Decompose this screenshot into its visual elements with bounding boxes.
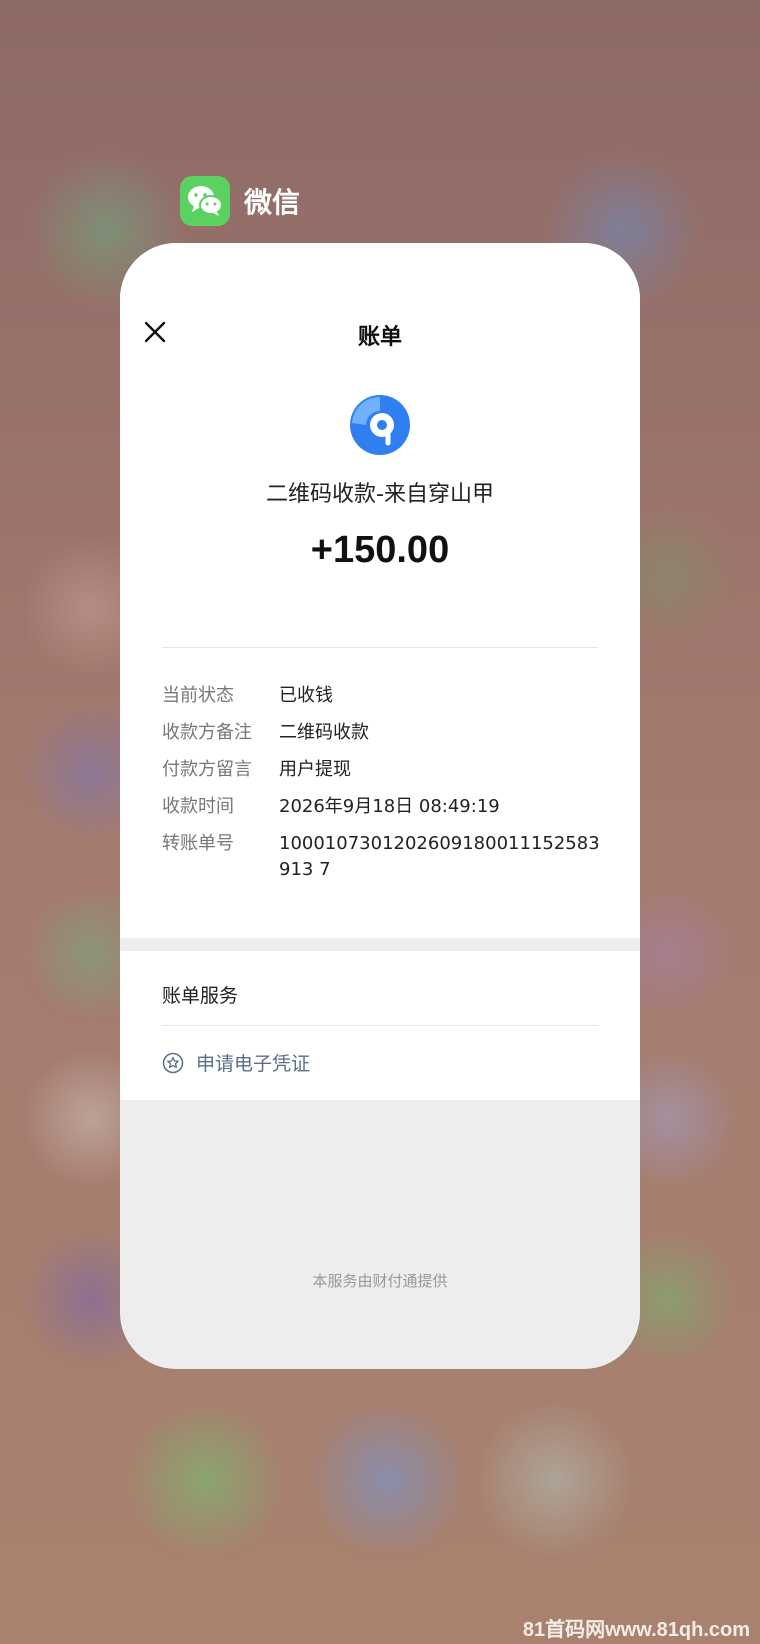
detail-row-status: 当前状态 已收钱 — [162, 683, 610, 709]
detail-value: 二维码收款 — [279, 722, 369, 743]
divider — [162, 1025, 598, 1026]
detail-label: 付款方留言 — [162, 759, 252, 780]
bill-card[interactable]: 账单 二维码收款-来自穿山甲 +150.00 当前状态 已收钱 收款方备注 二维… — [120, 243, 640, 1369]
detail-value: 用户提现 — [279, 759, 351, 780]
detail-value[interactable]: 1000107301202609180011152583913 7 — [279, 831, 610, 883]
detail-label: 收款方备注 — [162, 722, 252, 743]
detail-label: 转账单号 — [162, 833, 234, 854]
detail-row-payer-message: 付款方留言 用户提现 — [162, 757, 610, 783]
divider — [162, 647, 598, 648]
star-badge-icon — [162, 1052, 184, 1073]
detail-row-time: 收款时间 2026年9月18日 08:49:19 — [162, 794, 610, 820]
section-gap — [120, 938, 640, 951]
detail-label: 当前状态 — [162, 685, 234, 706]
detail-value: 已收钱 — [279, 685, 333, 706]
services-title: 账单服务 — [162, 985, 239, 1007]
merchant-logo-icon — [348, 393, 412, 457]
detail-row-transfer-id: 转账单号 1000107301202609180011152583913 7 — [162, 831, 610, 883]
merchant-name: 二维码收款-来自穿山甲 — [266, 482, 494, 507]
wechat-icon — [180, 176, 230, 226]
bill-services-section: 账单服务 申请电子凭证 — [120, 951, 640, 1100]
bill-details: 当前状态 已收钱 收款方备注 二维码收款 付款方留言 用户提现 收款时间 202… — [162, 683, 610, 894]
app-switcher-label[interactable]: 微信 — [180, 176, 300, 226]
voucher-label: 申请电子凭证 — [196, 1053, 311, 1075]
page-title: 账单 — [357, 325, 402, 350]
watermark: 81首码网www.81qh.com — [522, 1619, 750, 1641]
detail-value: 2026年9月18日 08:49:19 — [279, 796, 500, 817]
detail-row-payee-note: 收款方备注 二维码收款 — [162, 720, 610, 746]
apply-e-voucher-link[interactable]: 申请电子凭证 — [162, 1049, 310, 1076]
amount: +150.00 — [310, 529, 450, 571]
detail-label: 收款时间 — [162, 796, 234, 817]
bill-header-section: 账单 二维码收款-来自穿山甲 +150.00 当前状态 已收钱 收款方备注 二维… — [120, 243, 640, 938]
app-name: 微信 — [244, 186, 301, 219]
provider-footer: 本服务由财付通提供 — [312, 1272, 448, 1290]
